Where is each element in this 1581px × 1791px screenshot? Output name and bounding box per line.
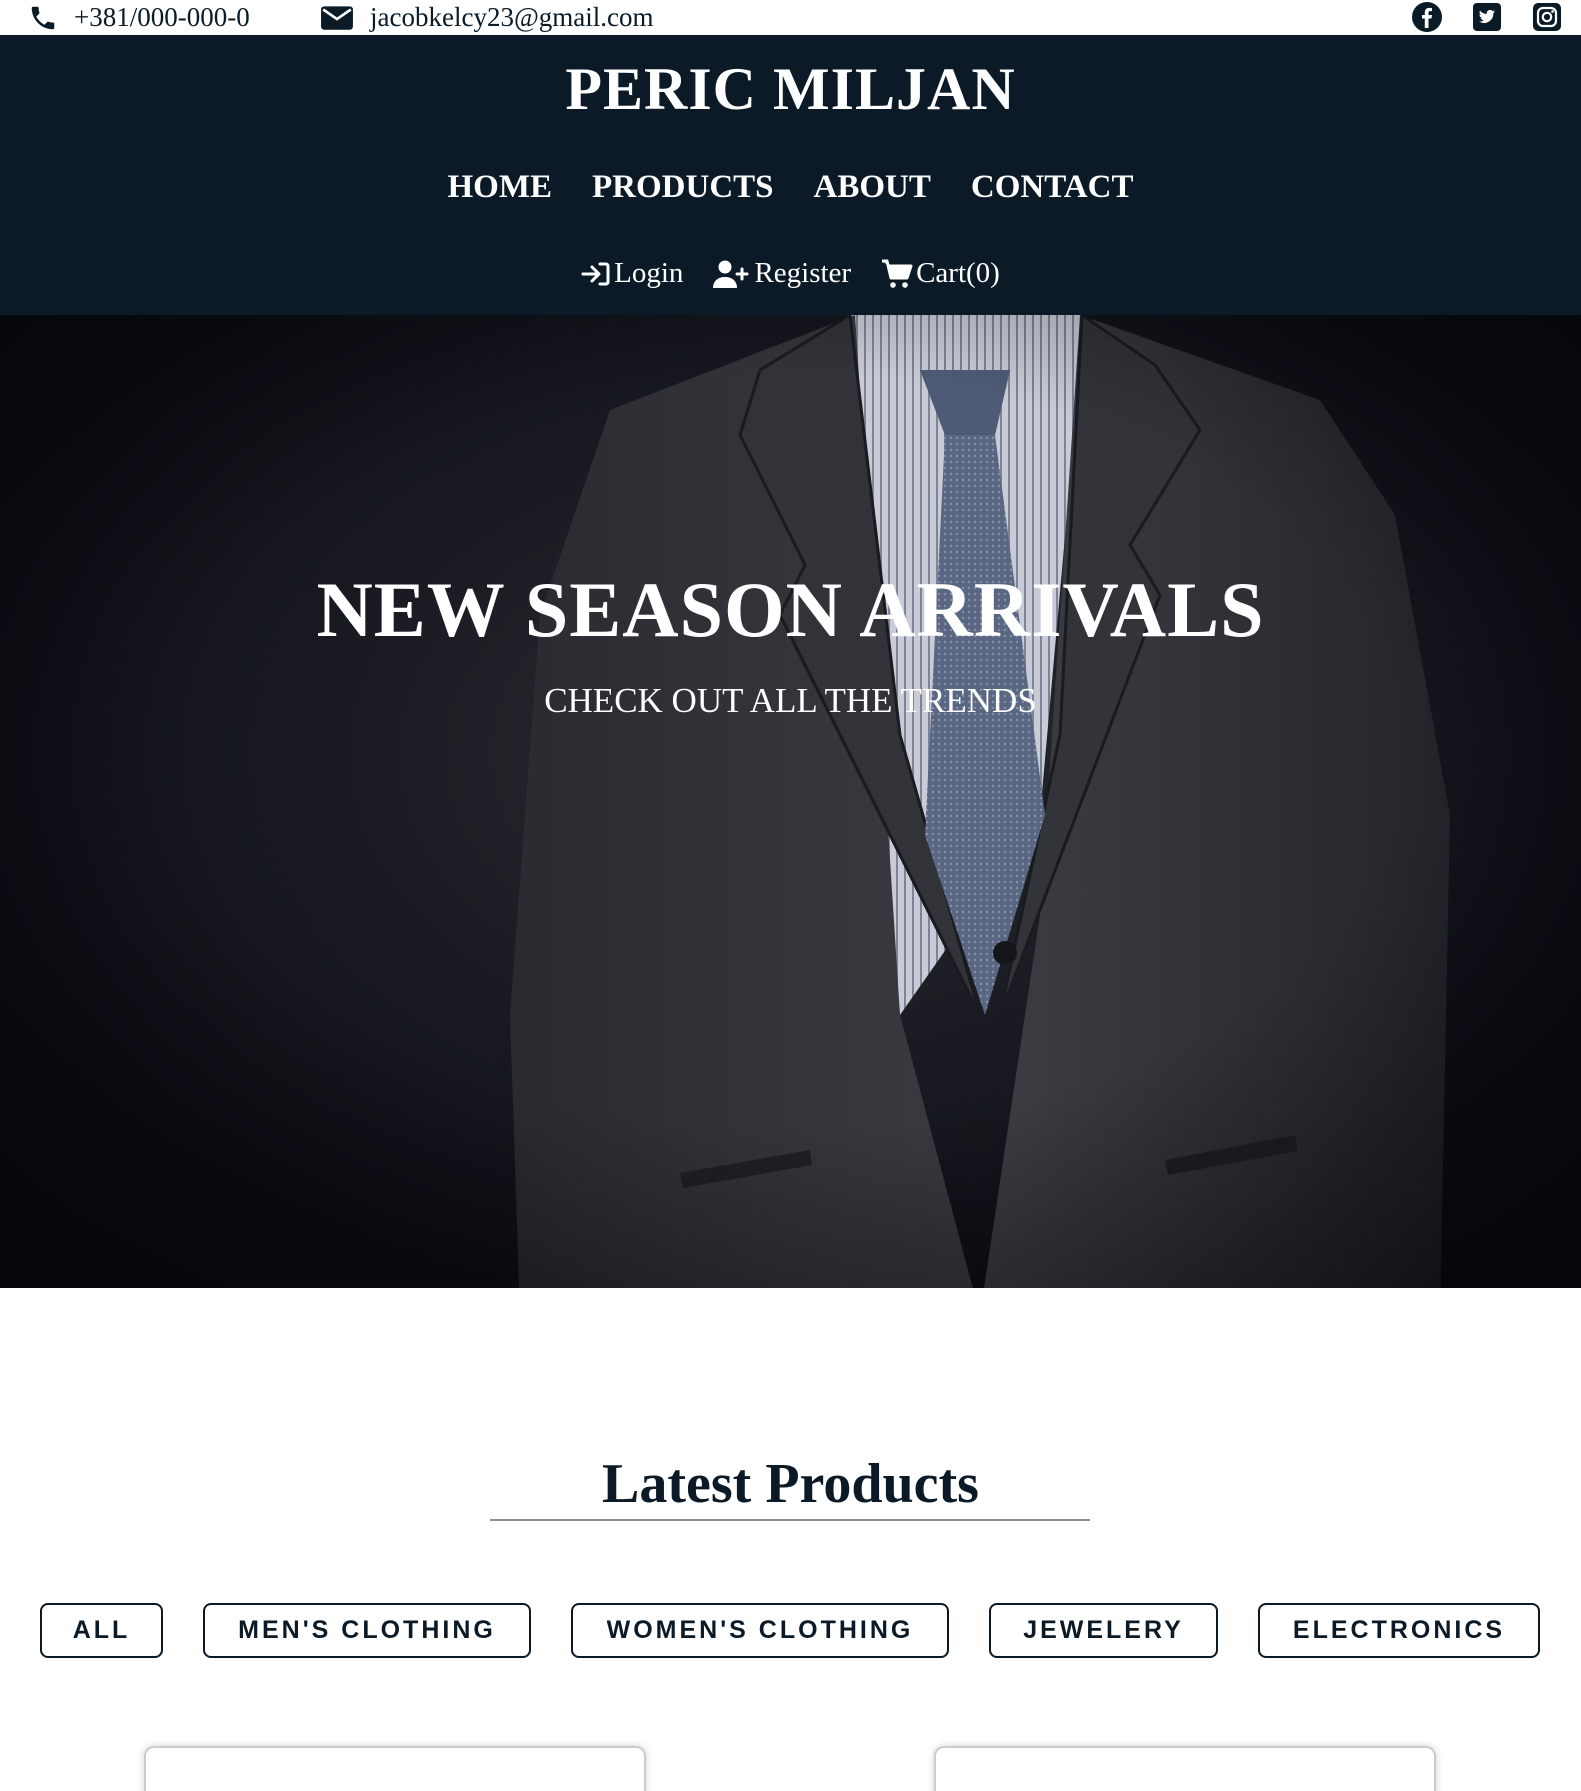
email-address: jacobkelcy23@gmail.com — [370, 2, 654, 32]
hero-banner: NEW SEASON ARRIVALS CHECK OUT ALL THE TR… — [0, 315, 1581, 1288]
hero-title: NEW SEASON ARRIVALS — [316, 566, 1265, 653]
sign-in-icon — [581, 262, 610, 285]
cart-icon — [882, 259, 913, 288]
register-link[interactable]: Register — [713, 257, 851, 290]
filter-all-button[interactable]: ALL — [40, 1603, 163, 1658]
brand-logo[interactable]: PERIC MILJAN — [0, 55, 1581, 124]
login-link[interactable]: Login — [581, 257, 683, 290]
nav-home[interactable]: HOME — [448, 169, 553, 206]
twitter-icon[interactable] — [1471, 1, 1503, 33]
cart-label: Cart(0) — [916, 257, 1000, 289]
login-label: Login — [614, 257, 684, 289]
register-label: Register — [754, 257, 852, 289]
filter-jewelery-button[interactable]: JEWELERY — [989, 1603, 1218, 1658]
phone-number: +381/000-000-0 — [74, 2, 250, 32]
nav-contact[interactable]: CONTACT — [971, 169, 1134, 206]
filter-womens-clothing-button[interactable]: WOMEN'S CLOTHING — [571, 1603, 949, 1658]
nav-about[interactable]: ABOUT — [814, 169, 931, 206]
envelope-icon — [321, 5, 353, 30]
filter-electronics-button[interactable]: ELECTRONICS — [1258, 1603, 1540, 1658]
auth-links: Login Register Cart(0) — [0, 257, 1581, 290]
user-plus-icon — [713, 260, 749, 288]
main-nav: HOME PRODUCTS ABOUT CONTACT — [0, 169, 1581, 206]
social-links — [1411, 0, 1563, 33]
product-card[interactable] — [144, 1746, 646, 1791]
instagram-icon[interactable] — [1531, 1, 1563, 33]
contact-bar: +381/000-000-0 jacobkelcy23@gmail.com — [0, 0, 1581, 35]
site-header: PERIC MILJAN HOME PRODUCTS ABOUT CONTACT… — [0, 35, 1581, 315]
phone-contact[interactable]: +381/000-000-0 — [28, 0, 250, 35]
nav-products[interactable]: PRODUCTS — [592, 169, 774, 206]
facebook-icon[interactable] — [1411, 1, 1443, 33]
email-contact[interactable]: jacobkelcy23@gmail.com — [320, 0, 654, 35]
cart-link[interactable]: Cart(0) — [881, 257, 1000, 290]
phone-icon — [31, 6, 55, 29]
filter-mens-clothing-button[interactable]: MEN'S CLOTHING — [203, 1603, 531, 1658]
hero-subtitle: CHECK OUT ALL THE TRENDS — [544, 681, 1037, 720]
title-divider — [490, 1519, 1090, 1521]
latest-products-title: Latest Products — [602, 1453, 979, 1515]
suit-background-image — [0, 315, 1581, 1288]
category-filters: ALL MEN'S CLOTHING WOMEN'S CLOTHING JEWE… — [0, 1603, 1581, 1659]
product-card[interactable] — [934, 1746, 1436, 1791]
